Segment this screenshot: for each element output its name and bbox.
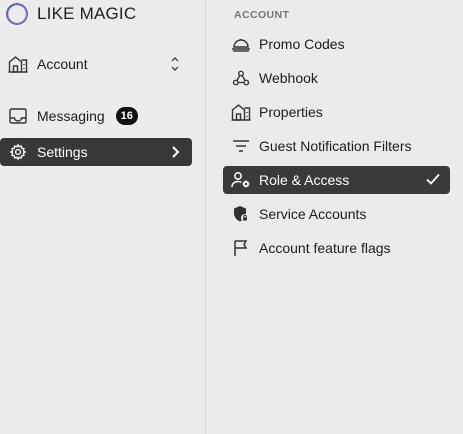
menu-item-role-access[interactable]: Role & Access	[223, 166, 450, 194]
chevron-updown-icon[interactable]	[170, 55, 180, 73]
sidebar-item-messaging[interactable]: Messaging 16	[0, 102, 192, 130]
sidebar-item-label: Messaging	[37, 108, 105, 124]
user-gear-icon	[231, 170, 251, 190]
unread-count-badge: 16	[115, 107, 138, 125]
sidebar: LIKE MAGIC Account Messaging 16 Settings	[0, 0, 205, 434]
menu-item-label: Promo Codes	[259, 36, 345, 52]
flag-icon	[231, 238, 251, 258]
menu-item-label: Account feature flags	[259, 240, 391, 256]
menu-item-guest-notification-filters[interactable]: Guest Notification Filters	[223, 132, 450, 160]
gear-icon	[8, 142, 28, 162]
brand-logo-icon	[6, 3, 28, 25]
sidebar-item-label: Settings	[37, 144, 88, 160]
menu-item-label: Properties	[259, 104, 323, 120]
menu-item-label: Webhook	[259, 70, 318, 86]
building-icon	[8, 54, 28, 74]
filter-icon	[231, 136, 251, 156]
chevron-right-icon	[170, 144, 180, 160]
menu-item-promo-codes[interactable]: Promo Codes	[223, 30, 450, 58]
settings-panel: ACCOUNT Promo Codes Webhook Properties G…	[206, 0, 463, 434]
brand[interactable]: LIKE MAGIC	[6, 2, 136, 26]
webhook-icon	[231, 68, 251, 88]
section-title: ACCOUNT	[234, 9, 290, 21]
menu-item-properties[interactable]: Properties	[223, 98, 450, 126]
building-icon	[231, 102, 251, 122]
sidebar-item-account[interactable]: Account	[0, 50, 192, 78]
menu-item-label: Guest Notification Filters	[259, 138, 412, 154]
inbox-icon	[8, 106, 28, 126]
brand-name: LIKE MAGIC	[37, 4, 137, 23]
menu-item-webhook[interactable]: Webhook	[223, 64, 450, 92]
sidebar-item-label: Account	[37, 56, 88, 72]
menu-item-label: Service Accounts	[259, 206, 367, 222]
menu-item-account-feature-flags[interactable]: Account feature flags	[223, 234, 450, 262]
sidebar-item-settings[interactable]: Settings	[0, 138, 192, 166]
shield-lock-icon	[231, 204, 251, 224]
menu-item-service-accounts[interactable]: Service Accounts	[223, 200, 450, 228]
menu-item-label: Role & Access	[259, 172, 350, 188]
checkmark-icon	[425, 172, 441, 186]
cloche-icon	[231, 34, 251, 54]
